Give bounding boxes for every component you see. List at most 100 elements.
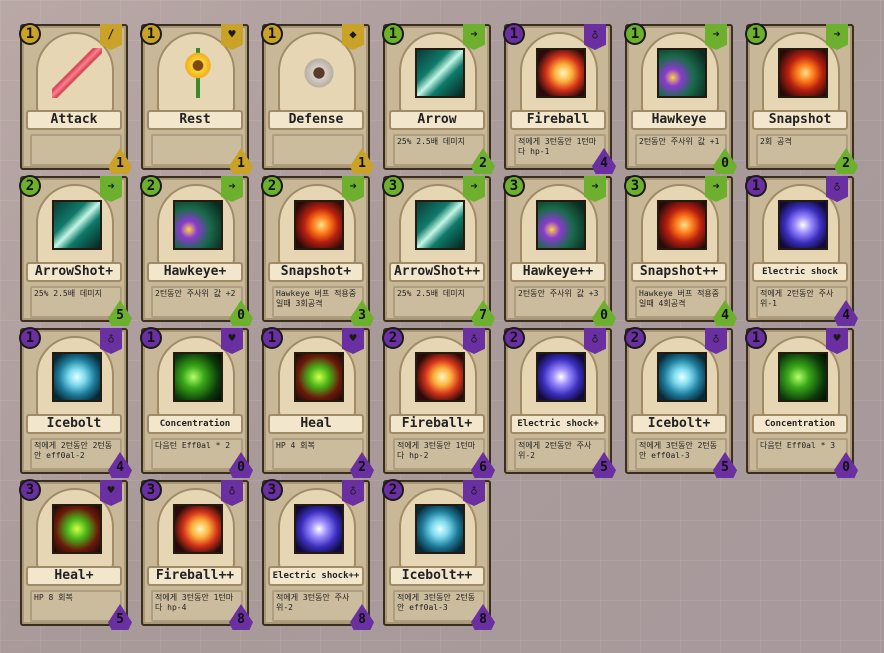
card[interactable]: Snapshot++ Hawkeye 버프 적용중일때 4회공격 3 ➜ 4 [624,175,737,326]
card-name: Snapshot+ [268,262,364,282]
cost-badge: 1 [19,327,41,349]
card[interactable]: Rest 1 ♥ 1 [140,23,253,174]
card[interactable]: ArrowShot+ 25% 2.5배 데미지 2 ➜ 5 [19,175,132,326]
sword-art [52,48,102,98]
snap-art [657,200,707,250]
card-description: 적에게 3턴동안 주사위-2 [272,590,364,622]
card-description [151,134,243,166]
cost-badge: 1 [140,327,162,349]
card-name: ArrowShot+ [26,262,122,282]
ice-art [657,352,707,402]
cost-badge: 3 [624,175,646,197]
card[interactable]: ArrowShot++ 25% 2.5배 데미지 3 ➜ 7 [382,175,495,326]
card[interactable]: Fireball+ 적에게 3턴동안 1턴마다 hp-2 2 ♁ 6 [382,327,495,478]
cost-badge: 2 [624,327,646,349]
heal-art [52,504,102,554]
card[interactable]: Attack 1/1 [19,23,132,174]
card-description: 25% 2.5배 데미지 [393,286,485,318]
cost-badge: 3 [19,479,41,501]
card-description: 적에게 2턴동안 주사위-2 [514,438,606,470]
card-name: Attack [26,110,122,130]
cost-badge: 1 [624,23,646,45]
card-name: Fireball [510,110,606,130]
ice-art [415,504,465,554]
card[interactable]: Electric shock++ 적에게 3턴동안 주사위-2 3 ♁ 8 [261,479,374,630]
card[interactable]: Electric shock 적에게 2턴동안 주사위-1 1 ♁ 4 [745,175,858,326]
cost-badge: 3 [503,175,525,197]
card-name: Electric shock [752,262,848,282]
card[interactable]: Arrow 25% 2.5배 데미지 1 ➜ 2 [382,23,495,174]
arrow-art [415,200,465,250]
card-description [30,134,122,166]
sword-icon: / [100,24,122,50]
arrow-icon: ➜ [584,176,606,202]
card[interactable]: Heal HP 4 회복 1 ♥ 2 [261,327,374,478]
heart-icon: ♥ [221,24,243,50]
card[interactable]: Icebolt 적에게 2턴동안 2턴동안 eff0al-2 1 ♁ 4 [19,327,132,478]
potion-icon: ♁ [221,480,243,506]
card-name: ArrowShot++ [389,262,485,282]
card-name: Fireball+ [389,414,485,434]
potion-icon: ♁ [584,328,606,354]
card-description: 적에게 3턴동안 1턴마다 hp-4 [151,590,243,622]
card[interactable]: Hawkeye++ 2턴동안 주사위 값 +3 3 ➜ 0 [503,175,616,326]
card[interactable]: Snapshot 2회 공격 1 ➜ 2 [745,23,858,174]
cost-badge: 1 [745,23,767,45]
cost-badge: 3 [140,479,162,501]
cost-badge: 1 [19,23,41,45]
conc-art [173,352,223,402]
cost-badge: 3 [382,175,404,197]
electric-art [536,352,586,402]
arrow-icon: ➜ [705,24,727,50]
card-name: Arrow [389,110,485,130]
card[interactable]: Concentration 다음턴 Eff0al * 2 1 ♥ 0 [140,327,253,478]
card-description: 25% 2.5배 데미지 [393,134,485,166]
cost-badge: 1 [745,175,767,197]
card[interactable]: Snapshot+ Hawkeye 버프 적용중일때 3회공격 2 ➜ 3 [261,175,374,326]
potion-icon: ♁ [826,176,848,202]
card[interactable]: Fireball++ 적에게 3턴동안 1턴마다 hp-4 3 ♁ 8 [140,479,253,630]
card-name: Snapshot++ [631,262,727,282]
arrow-art [52,200,102,250]
cost-badge: 1 [140,23,162,45]
card-name: Hawkeye+ [147,262,243,282]
cost-badge: 1 [261,327,283,349]
arrow-icon: ➜ [221,176,243,202]
card[interactable]: Icebolt+ 적에게 3턴동안 2턴동안 eff0al-3 2 ♁ 5 [624,327,737,478]
card-name: Snapshot [752,110,848,130]
card[interactable]: Hawkeye 2턴동안 주사위 값 +1 1 ➜ 0 [624,23,737,174]
arrow-icon: ➜ [100,176,122,202]
snap-art [778,48,828,98]
card[interactable]: Concentration 다음턴 Eff0al * 3 1 ♥ 0 [745,327,858,478]
card-name: Icebolt+ [631,414,727,434]
card[interactable]: Defense 1 ◆ 1 [261,23,374,174]
card-description: HP 4 회복 [272,438,364,470]
hawk-art [173,200,223,250]
card[interactable]: Electric shock+ 적에게 2턴동안 주사위-2 2 ♁ 5 [503,327,616,478]
heart-icon: ♥ [826,328,848,354]
card-description: Hawkeye 버프 적용중일때 4회공격 [635,286,727,318]
potion-icon: ♁ [463,480,485,506]
card[interactable]: Icebolt++ 적에게 3턴동안 2턴동안 eff0al-3 2 ♁ 8 [382,479,495,630]
card[interactable]: Fireball 적에게 3턴동안 1턴마다 hp-1 1 ♁ 4 [503,23,616,174]
card-description: 적에게 2턴동안 2턴동안 eff0al-2 [30,438,122,470]
cost-badge: 1 [261,23,283,45]
heart-icon: ♥ [221,328,243,354]
electric-art [294,504,344,554]
card[interactable]: Heal+ HP 8 회복 3 ♥ 5 [19,479,132,630]
card-description [272,134,364,166]
fire-art [536,48,586,98]
card-name: Rest [147,110,243,130]
card-name: Fireball++ [147,566,243,586]
card-description: 적에게 3턴동안 2턴동안 eff0al-3 [635,438,727,470]
cost-badge: 2 [382,327,404,349]
card[interactable]: Hawkeye+ 2턴동안 주사위 값 +2 2 ➜ 0 [140,175,253,326]
ice-art [52,352,102,402]
cost-badge: 1 [745,327,767,349]
card-description: HP 8 회복 [30,590,122,622]
card-description: 적에게 3턴동안 1턴마다 hp-2 [393,438,485,470]
arrow-art [415,48,465,98]
card-description: 다음턴 Eff0al * 3 [756,438,848,470]
card-description: 적에게 3턴동안 2턴동안 eff0al-3 [393,590,485,622]
heart-icon: ♥ [342,328,364,354]
